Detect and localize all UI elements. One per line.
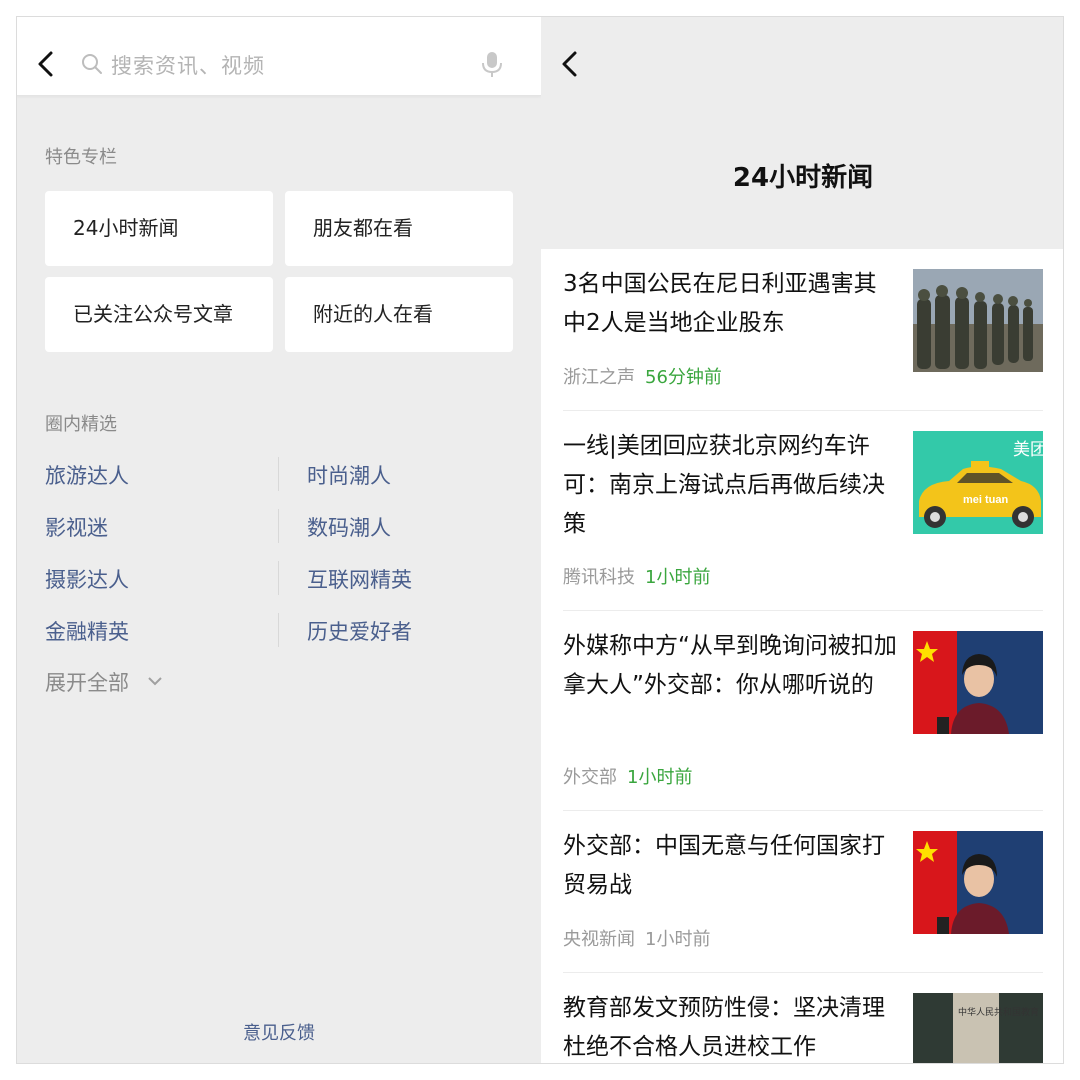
news-meta: 外交部 1小时前: [563, 763, 692, 789]
news-item[interactable]: 一线|美团回应获北京网约车许可：南京上海试点后再做后续决策 腾讯科技 1小时前 m…: [563, 411, 1043, 611]
sign-text: 中华人民共和国教育: [958, 1006, 1039, 1018]
news-detail-pane: 24小时新闻 3名中国公民在尼日利亚遇害其中2人是当地企业股东 浙江之声 56分钟…: [541, 17, 1063, 1063]
search-icon: [82, 54, 102, 74]
news-thumbnail-education-ministry: 中华人民共和国教育: [913, 993, 1043, 1063]
featured-card-nearby-watching[interactable]: 附近的人在看: [285, 277, 513, 352]
featured-card-followed-articles[interactable]: 已关注公众号文章: [45, 277, 273, 352]
news-source: 腾讯科技: [563, 567, 635, 588]
feedback-link[interactable]: 意见反馈: [17, 1019, 541, 1045]
circle-link-history[interactable]: 历史爱好者: [307, 616, 412, 646]
news-source: 浙江之声: [563, 367, 635, 388]
news-item[interactable]: 3名中国公民在尼日利亚遇害其中2人是当地企业股东 浙江之声 56分钟前: [563, 249, 1043, 411]
featured-card-24h-news[interactable]: 24小时新闻: [45, 191, 273, 266]
news-title[interactable]: 外交部：中国无意与任何国家打贸易战: [563, 827, 898, 905]
circle-link-fashion[interactable]: 时尚潮人: [307, 460, 391, 490]
microphone-icon[interactable]: [481, 51, 503, 79]
circle-section-title: 圈内精选: [45, 414, 117, 435]
column-divider: [278, 457, 279, 491]
news-thumbnail-meituan-car: mei tuan 美团: [913, 431, 1043, 534]
news-title[interactable]: 3名中国公民在尼日利亚遇害其中2人是当地企业股东: [563, 265, 898, 343]
news-title[interactable]: 外媒称中方“从早到晚询问被扣加拿大人”外交部：你从哪听说的: [563, 627, 898, 705]
news-time: 1小时前: [645, 929, 711, 950]
app-frame: 搜索资讯、视频 特色专栏 24小时新闻 朋友都在看 已关注公众号文章 附近的人在…: [16, 16, 1064, 1064]
featured-card-friends-watching[interactable]: 朋友都在看: [285, 191, 513, 266]
chevron-down-icon[interactable]: [147, 675, 163, 687]
news-thumbnail-spokesperson: [913, 831, 1043, 934]
search-bar: 搜索资讯、视频: [17, 17, 541, 96]
meituan-badge-text: mei tuan: [963, 494, 1009, 506]
circle-link-digital[interactable]: 数码潮人: [307, 512, 391, 542]
circle-link-finance[interactable]: 金融精英: [45, 616, 129, 646]
news-meta: 浙江之声 56分钟前: [563, 363, 722, 389]
news-title[interactable]: 教育部发文预防性侵：坚决清理杜绝不合格人员进校工作: [563, 989, 898, 1063]
column-divider: [278, 561, 279, 595]
page-title: 24小时新闻: [732, 163, 874, 193]
search-input[interactable]: 搜索资讯、视频: [111, 50, 265, 80]
news-item[interactable]: 外交部：中国无意与任何国家打贸易战 央视新闻 1小时前: [563, 811, 1043, 973]
news-meta: 央视新闻 1小时前: [563, 925, 710, 951]
search-discover-pane: 搜索资讯、视频 特色专栏 24小时新闻 朋友都在看 已关注公众号文章 附近的人在…: [17, 17, 541, 1063]
circle-link-movies[interactable]: 影视迷: [45, 512, 108, 542]
news-time: 1小时前: [645, 567, 711, 588]
column-divider: [278, 509, 279, 543]
news-time: 56分钟前: [645, 367, 722, 388]
expand-all-button[interactable]: 展开全部: [45, 667, 129, 697]
news-item[interactable]: 外媒称中方“从早到晚询问被扣加拿大人”外交部：你从哪听说的 外交部 1小时前: [563, 611, 1043, 811]
news-meta: 腾讯科技 1小时前: [563, 563, 710, 589]
circle-link-travel[interactable]: 旅游达人: [45, 460, 129, 490]
meituan-brand-text: 美团: [1013, 440, 1043, 460]
news-thumbnail-spokesperson: [913, 631, 1043, 734]
news-source: 外交部: [563, 767, 617, 788]
circle-link-photography[interactable]: 摄影达人: [45, 564, 129, 594]
news-item[interactable]: 教育部发文预防性侵：坚决清理杜绝不合格人员进校工作 中华人民共和国教育: [563, 973, 1043, 1063]
back-arrow-icon[interactable]: [35, 49, 57, 79]
detail-header: 24小时新闻: [541, 17, 1063, 249]
news-time: 1小时前: [627, 767, 693, 788]
news-title[interactable]: 一线|美团回应获北京网约车许可：南京上海试点后再做后续决策: [563, 427, 898, 544]
news-thumbnail-soldiers: [913, 269, 1043, 372]
featured-section-title: 特色专栏: [45, 147, 117, 168]
circle-link-internet[interactable]: 互联网精英: [307, 564, 412, 594]
column-divider: [278, 613, 279, 647]
news-source: 央视新闻: [563, 929, 635, 950]
back-arrow-icon[interactable]: [559, 49, 581, 79]
